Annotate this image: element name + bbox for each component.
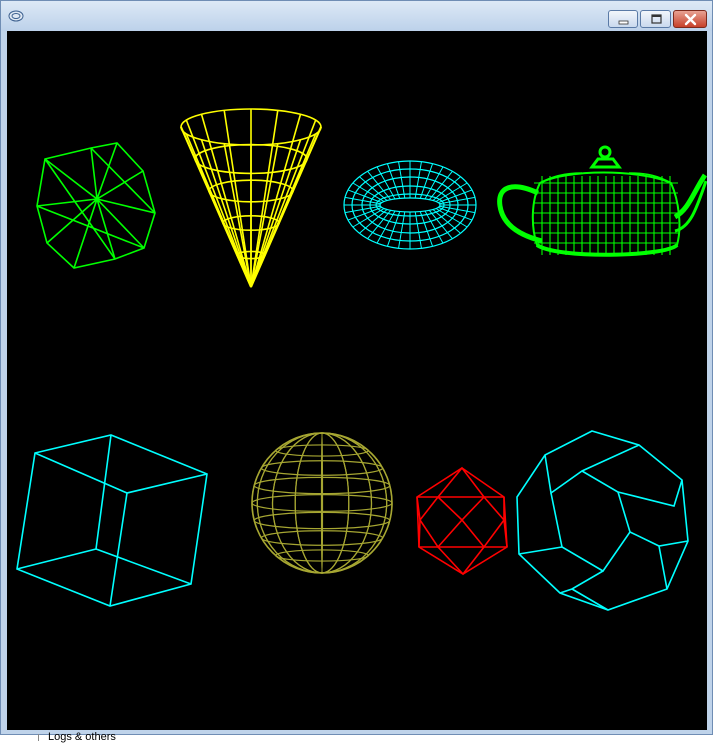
green-teapot-wireframe <box>497 145 707 257</box>
green-octahedron-wireframe <box>36 142 156 269</box>
olive-sphere-wireframe <box>251 432 393 574</box>
cyan-torus-wireframe <box>343 160 477 250</box>
red-icosahedron-wireframe <box>416 466 508 576</box>
yellow-cone-wireframe <box>180 108 322 288</box>
minimize-icon <box>618 20 629 25</box>
maximize-button[interactable] <box>640 10 671 28</box>
render-canvas[interactable] <box>7 31 707 730</box>
cyan-cube-wireframe <box>16 434 208 607</box>
statusbar-text: Logs & others <box>48 731 116 743</box>
statusbar-divider <box>38 734 39 741</box>
app-icon <box>8 10 24 22</box>
maximize-icon <box>651 14 662 24</box>
scene-svg <box>16 108 707 611</box>
title-bar[interactable] <box>1 1 712 31</box>
minimize-button[interactable] <box>608 10 638 28</box>
close-icon <box>684 13 697 26</box>
cyan-dodecahedron-wireframe <box>516 430 689 611</box>
app-window <box>0 0 713 735</box>
close-button[interactable] <box>673 10 707 28</box>
